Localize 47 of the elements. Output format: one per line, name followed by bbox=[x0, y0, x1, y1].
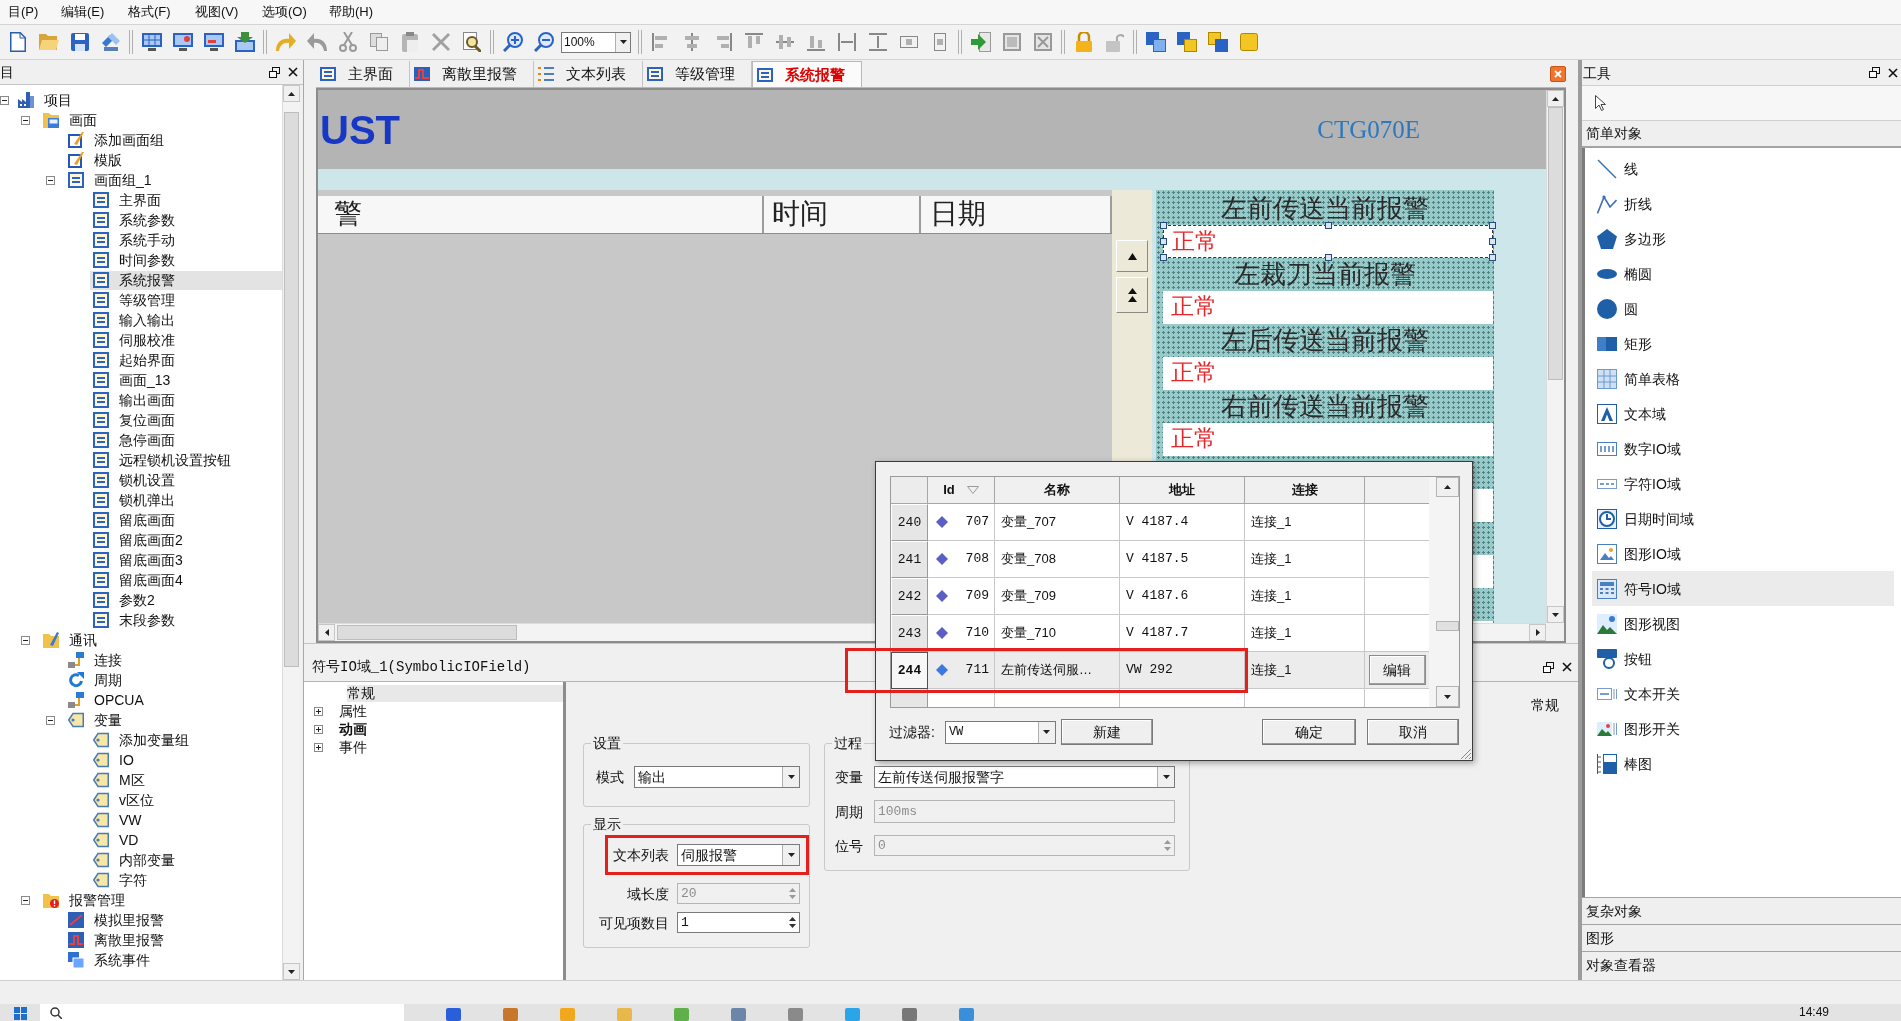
group-title: 过程 bbox=[833, 734, 863, 752]
column-header: 时间 bbox=[764, 196, 921, 233]
table-cell: VW 292 bbox=[1120, 652, 1245, 689]
field-label: 位号 bbox=[835, 836, 863, 855]
table-cell: 710 bbox=[965, 625, 989, 641]
status-title: 右前传送当前报警 bbox=[1221, 390, 1429, 423]
table-cell: V 4187.6 bbox=[1120, 578, 1245, 615]
table-cell: 变量_708 bbox=[995, 541, 1120, 578]
status-value: 正常 bbox=[1171, 227, 1218, 256]
table-cell: V 4187.4 bbox=[1120, 504, 1245, 541]
page-title: 常规 bbox=[1531, 697, 1559, 714]
field-label: 模式 bbox=[596, 768, 624, 786]
panel-title: 符号IO域_1(SymbolicIOField) bbox=[312, 658, 531, 676]
table-cell: 711 bbox=[965, 662, 989, 678]
table-cell: 连接_1 bbox=[1245, 578, 1365, 615]
field-label: 文本列表 bbox=[613, 846, 669, 864]
panel-title: 工具 bbox=[1583, 63, 1611, 82]
group-title: 显示 bbox=[592, 815, 622, 833]
field-label: 周期 bbox=[835, 802, 863, 821]
table-cell: V 4187.5 bbox=[1120, 541, 1245, 578]
status-title: 左裁刀当前报警 bbox=[1234, 258, 1416, 291]
table-cell: 连接_1 bbox=[1245, 541, 1365, 578]
model-name: CTG070E bbox=[1317, 114, 1420, 145]
logo-text: UST bbox=[320, 107, 400, 152]
panel-title: 目 bbox=[0, 63, 14, 81]
table-cell: 连接_1 bbox=[1245, 504, 1365, 541]
column-header: 警 bbox=[318, 196, 764, 233]
status-title: 左前传送当前报警 bbox=[1221, 192, 1429, 225]
status-title: 左后传送当前报警 bbox=[1221, 324, 1429, 357]
table-cell: 709 bbox=[965, 588, 989, 604]
filter-label: 过滤器: bbox=[889, 723, 935, 741]
group-title: 设置 bbox=[592, 734, 622, 752]
table-cell: 连接_1 bbox=[1245, 615, 1365, 652]
field-label: 变量 bbox=[835, 768, 863, 786]
table-cell: 707 bbox=[965, 514, 989, 530]
table-cell: 变量_709 bbox=[995, 578, 1120, 615]
table-cell: 708 bbox=[965, 551, 989, 567]
table-cell: 变量_707 bbox=[995, 504, 1120, 541]
table-cell: 左前传送伺服… bbox=[995, 652, 1120, 689]
field-label: 域长度 bbox=[627, 884, 669, 903]
status-value: 正常 bbox=[1170, 358, 1217, 387]
table-cell: 变量_710 bbox=[995, 615, 1120, 652]
field-label: 可见项数目 bbox=[599, 913, 669, 932]
status-value: 正常 bbox=[1170, 292, 1217, 321]
table-cell: V 4187.7 bbox=[1120, 615, 1245, 652]
status-value: 正常 bbox=[1170, 424, 1217, 453]
table-cell: 连接_1 bbox=[1245, 652, 1365, 689]
